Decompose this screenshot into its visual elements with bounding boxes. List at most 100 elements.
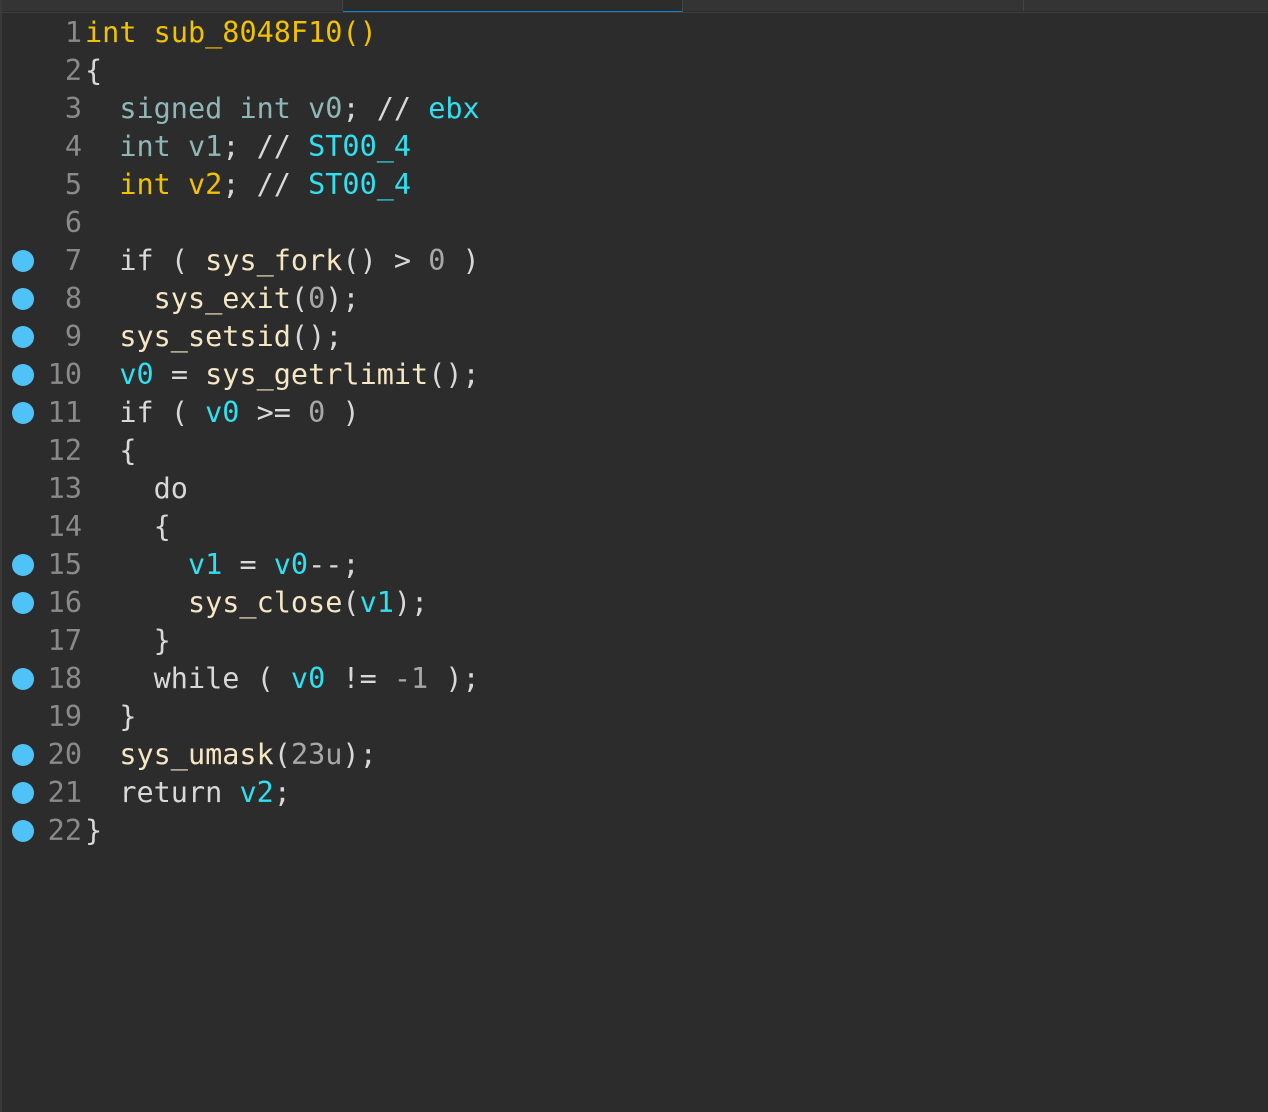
code-token: v0	[205, 396, 240, 429]
code-token: ST00_4	[308, 130, 412, 163]
tab-pseudocode[interactable]	[343, 0, 683, 12]
code-line[interactable]: 16 sys_close(v1);	[0, 584, 1268, 622]
tab-3[interactable]	[683, 0, 1024, 11]
code-line[interactable]: 13 do	[0, 470, 1268, 508]
line-number: 14	[47, 510, 82, 543]
code-token: ; //	[222, 130, 309, 163]
code-text: sys_close(v1);	[85, 584, 428, 622]
code-line[interactable]: 20 sys_umask(23u);	[0, 736, 1268, 774]
code-token: =	[153, 358, 206, 391]
code-text: while ( v0 != -1 );	[85, 660, 480, 698]
breakpoint-dot-icon[interactable]	[12, 250, 34, 272]
code-token: >=	[239, 396, 309, 429]
code-line[interactable]: 7 if ( sys_fork() > 0 )	[0, 242, 1268, 280]
code-line[interactable]: 10 v0 = sys_getrlimit();	[0, 356, 1268, 394]
code-line[interactable]: 8 sys_exit(0);	[0, 280, 1268, 318]
code-token: signed	[119, 92, 223, 125]
code-line[interactable]: 19 }	[0, 698, 1268, 736]
code-token: {	[119, 434, 137, 467]
breakpoint-dot-icon[interactable]	[12, 288, 34, 310]
code-token: -1	[393, 662, 429, 695]
tab-4[interactable]	[1024, 0, 1268, 11]
code-token: v0	[119, 358, 154, 391]
line-number: 8	[64, 282, 82, 315]
code-token: sys_setsid	[119, 320, 291, 353]
code-line[interactable]: 3 signed int v0; // ebx	[0, 90, 1268, 128]
code-token: if	[119, 396, 154, 429]
code-text: signed int v0; // ebx	[85, 90, 480, 128]
breakpoint-dot-icon[interactable]	[12, 592, 34, 614]
code-line[interactable]: 18 while ( v0 != -1 );	[0, 660, 1268, 698]
code-text: sys_setsid();	[85, 318, 342, 356]
code-line[interactable]: 15 v1 = v0--;	[0, 546, 1268, 584]
code-token: ST00_4	[308, 168, 412, 201]
code-token: 0	[308, 396, 326, 429]
code-line[interactable]: 21 return v2;	[0, 774, 1268, 812]
line-number: 9	[64, 320, 82, 353]
code-line[interactable]: 9 sys_setsid();	[0, 318, 1268, 356]
code-token: int	[239, 92, 291, 125]
code-token: v1	[187, 130, 223, 163]
line-number: 4	[64, 130, 82, 163]
code-token: ()	[342, 16, 377, 49]
code-text: int v2; // ST00_4	[85, 166, 411, 204]
code-token: sys_exit	[153, 282, 291, 315]
line-number: 16	[47, 586, 82, 619]
code-text: sys_umask(23u);	[85, 736, 376, 774]
code-text: {	[85, 508, 171, 546]
code-token: (	[290, 282, 309, 315]
code-token: () >	[342, 244, 429, 277]
code-line[interactable]: 17 }	[0, 622, 1268, 660]
code-token: do	[153, 472, 188, 505]
breakpoint-dot-icon[interactable]	[12, 402, 34, 424]
breakpoint-dot-icon[interactable]	[12, 668, 34, 690]
code-line[interactable]: 22}	[0, 812, 1268, 850]
code-token: return	[119, 776, 223, 809]
line-number: 6	[64, 206, 82, 239]
code-token: )	[445, 244, 480, 277]
breakpoint-dot-icon[interactable]	[12, 744, 34, 766]
code-token: ebx	[428, 92, 480, 125]
line-number: 5	[64, 168, 82, 201]
code-text: return v2;	[85, 774, 291, 812]
code-line[interactable]: 14 {	[0, 508, 1268, 546]
breakpoint-dot-icon[interactable]	[12, 554, 34, 576]
line-number: 15	[47, 548, 82, 581]
breakpoint-dot-icon[interactable]	[12, 820, 34, 842]
code-token: sys_close	[187, 586, 343, 619]
code-token: ();	[290, 320, 343, 353]
code-token: if	[119, 244, 154, 277]
code-line[interactable]: 6	[0, 204, 1268, 242]
line-number: 19	[47, 700, 82, 733]
breakpoint-dot-icon[interactable]	[12, 782, 34, 804]
code-token: 23u	[290, 738, 343, 771]
code-line[interactable]: 1 int sub_8048F10()	[0, 14, 1268, 52]
code-text: }	[85, 622, 171, 660]
code-line[interactable]: 5 int v2; // ST00_4	[0, 166, 1268, 204]
code-text: if ( sys_fork() > 0 )	[85, 242, 480, 280]
code-text: sys_exit(0);	[85, 280, 360, 318]
code-token: v1	[359, 586, 394, 619]
code-text: do	[85, 470, 188, 508]
code-token: (	[153, 396, 206, 429]
code-token: ;	[273, 776, 291, 809]
breakpoint-dot-icon[interactable]	[12, 326, 34, 348]
tab-1[interactable]	[2, 0, 343, 11]
code-line[interactable]: 12 {	[0, 432, 1268, 470]
line-number: 10	[47, 358, 82, 391]
code-token: v2	[187, 168, 223, 201]
pseudocode-view[interactable]: 1 int sub_8048F10() 2{3 signed int v0; // …	[0, 14, 1268, 850]
line-number: 1	[64, 16, 82, 49]
code-line[interactable]: 2{	[0, 52, 1268, 90]
code-line[interactable]: 4 int v1; // ST00_4	[0, 128, 1268, 166]
code-line[interactable]: 11 if ( v0 >= 0 )	[0, 394, 1268, 432]
code-token: sys_fork	[205, 244, 343, 277]
code-token: int	[85, 16, 137, 49]
breakpoint-dot-icon[interactable]	[12, 364, 34, 386]
code-token: sub_8048F10	[153, 16, 343, 49]
code-token: ();	[428, 358, 480, 391]
